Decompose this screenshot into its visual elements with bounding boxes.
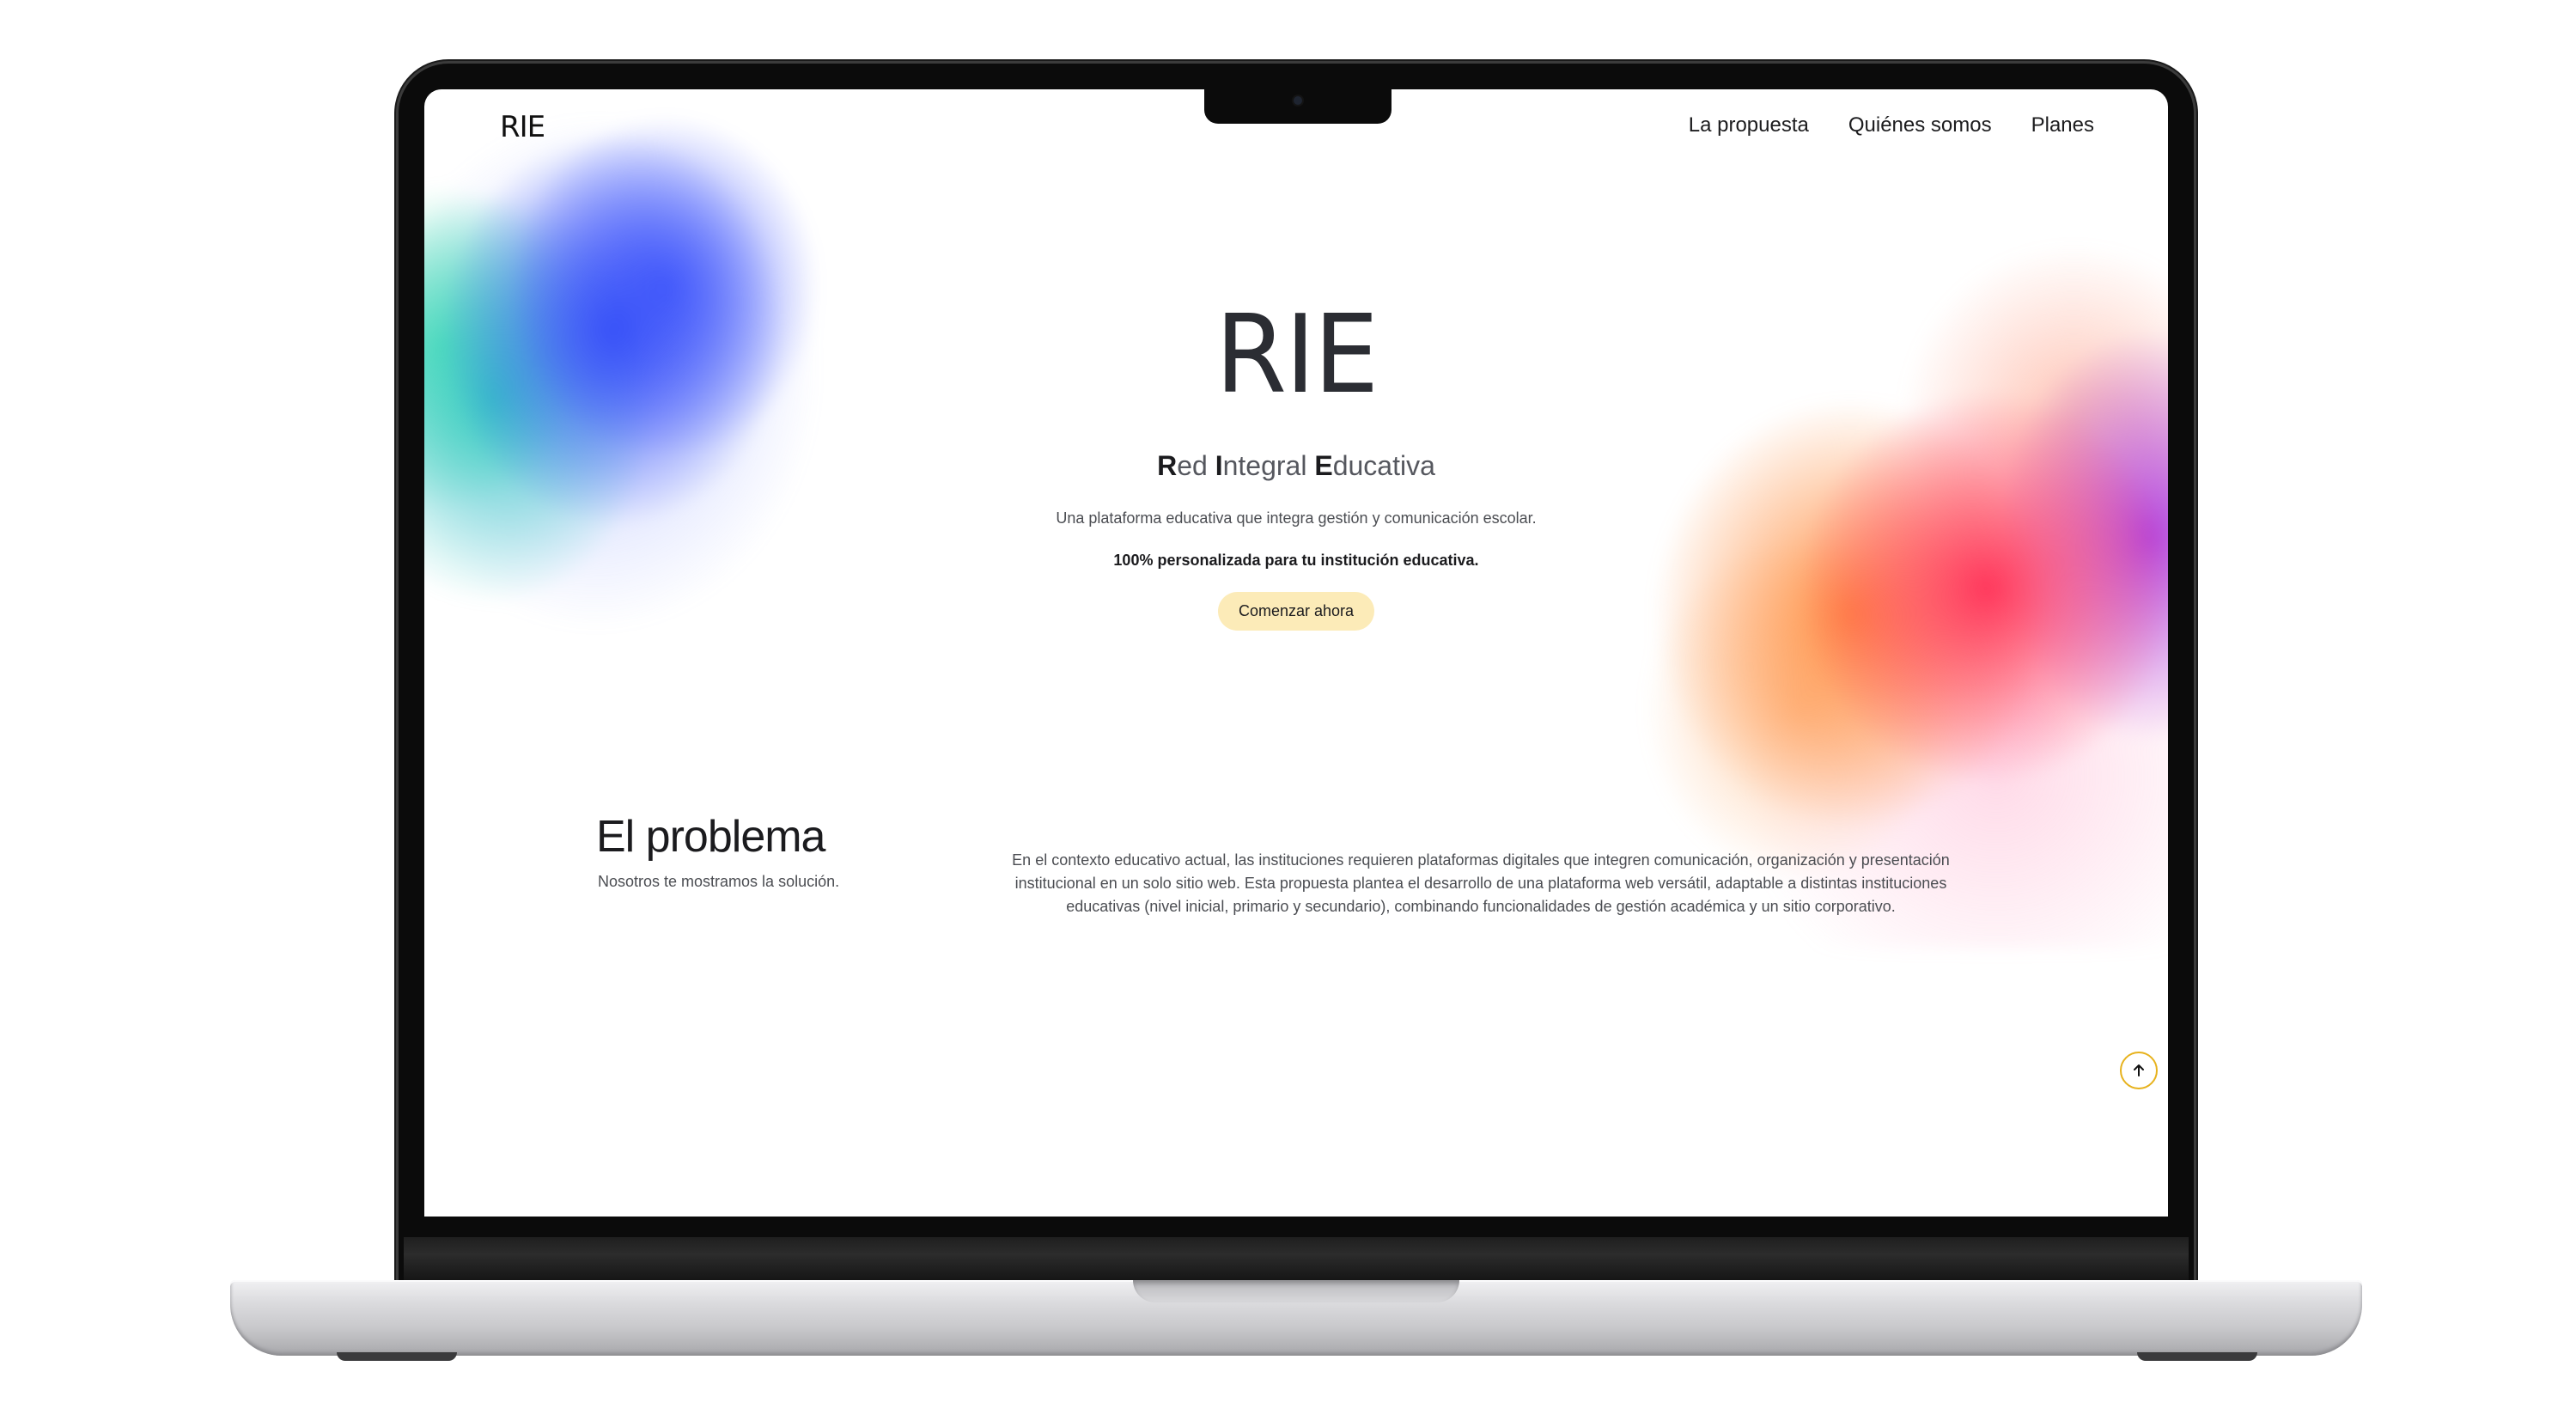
hero-subtitle: Red Integral Educativa	[424, 450, 2168, 482]
laptop-opening-notch	[1133, 1280, 1459, 1302]
subtitle-word-red: ed	[1177, 450, 1215, 481]
arrow-up-icon	[2134, 1064, 2144, 1076]
subtitle-initial-e: E	[1314, 450, 1333, 481]
nav-link-propuesta[interactable]: La propuesta	[1689, 113, 1809, 137]
website-screen: RIE La propuesta Quiénes somos Planes RI…	[424, 89, 2168, 1217]
problem-heading: El problema	[596, 812, 825, 862]
nav-link-planes[interactable]: Planes	[2031, 113, 2094, 137]
site-logo[interactable]: RIE	[500, 110, 545, 144]
hero-description: Una plataforma educativa que integra ges…	[1056, 509, 1537, 527]
start-now-button[interactable]: Comenzar ahora	[1217, 592, 1375, 631]
laptop-foot-left	[337, 1352, 457, 1361]
subtitle-initial-r: R	[1157, 450, 1178, 481]
hero-section: RIE Red Integral Educativa Una plataform…	[424, 292, 2168, 631]
scroll-to-top-button[interactable]	[2120, 1052, 2158, 1089]
subtitle-initial-i: I	[1215, 450, 1223, 481]
problem-subheading: Nosotros te mostramos la solución.	[598, 873, 840, 890]
hero-tagline: 100% personalizada para tu institución e…	[1113, 552, 1479, 569]
subtitle-word-integral: ntegral	[1222, 450, 1315, 481]
camera-notch	[1204, 89, 1392, 124]
nav-link-quienes-somos[interactable]: Quiénes somos	[1848, 113, 1992, 137]
hero-title: RIE	[1215, 292, 1379, 418]
laptop-foot-right	[2137, 1352, 2257, 1361]
subtitle-word-educativa: ducativa	[1332, 450, 1435, 481]
camera-icon	[1294, 96, 1302, 105]
main-nav: La propuesta Quiénes somos Planes	[1689, 113, 2094, 137]
problem-description: En el contexto educativo actual, las ins…	[1012, 851, 1950, 915]
laptop-hinge	[404, 1237, 2189, 1280]
device-mockup: RIE La propuesta Quiénes somos Planes RI…	[0, 0, 2576, 1427]
